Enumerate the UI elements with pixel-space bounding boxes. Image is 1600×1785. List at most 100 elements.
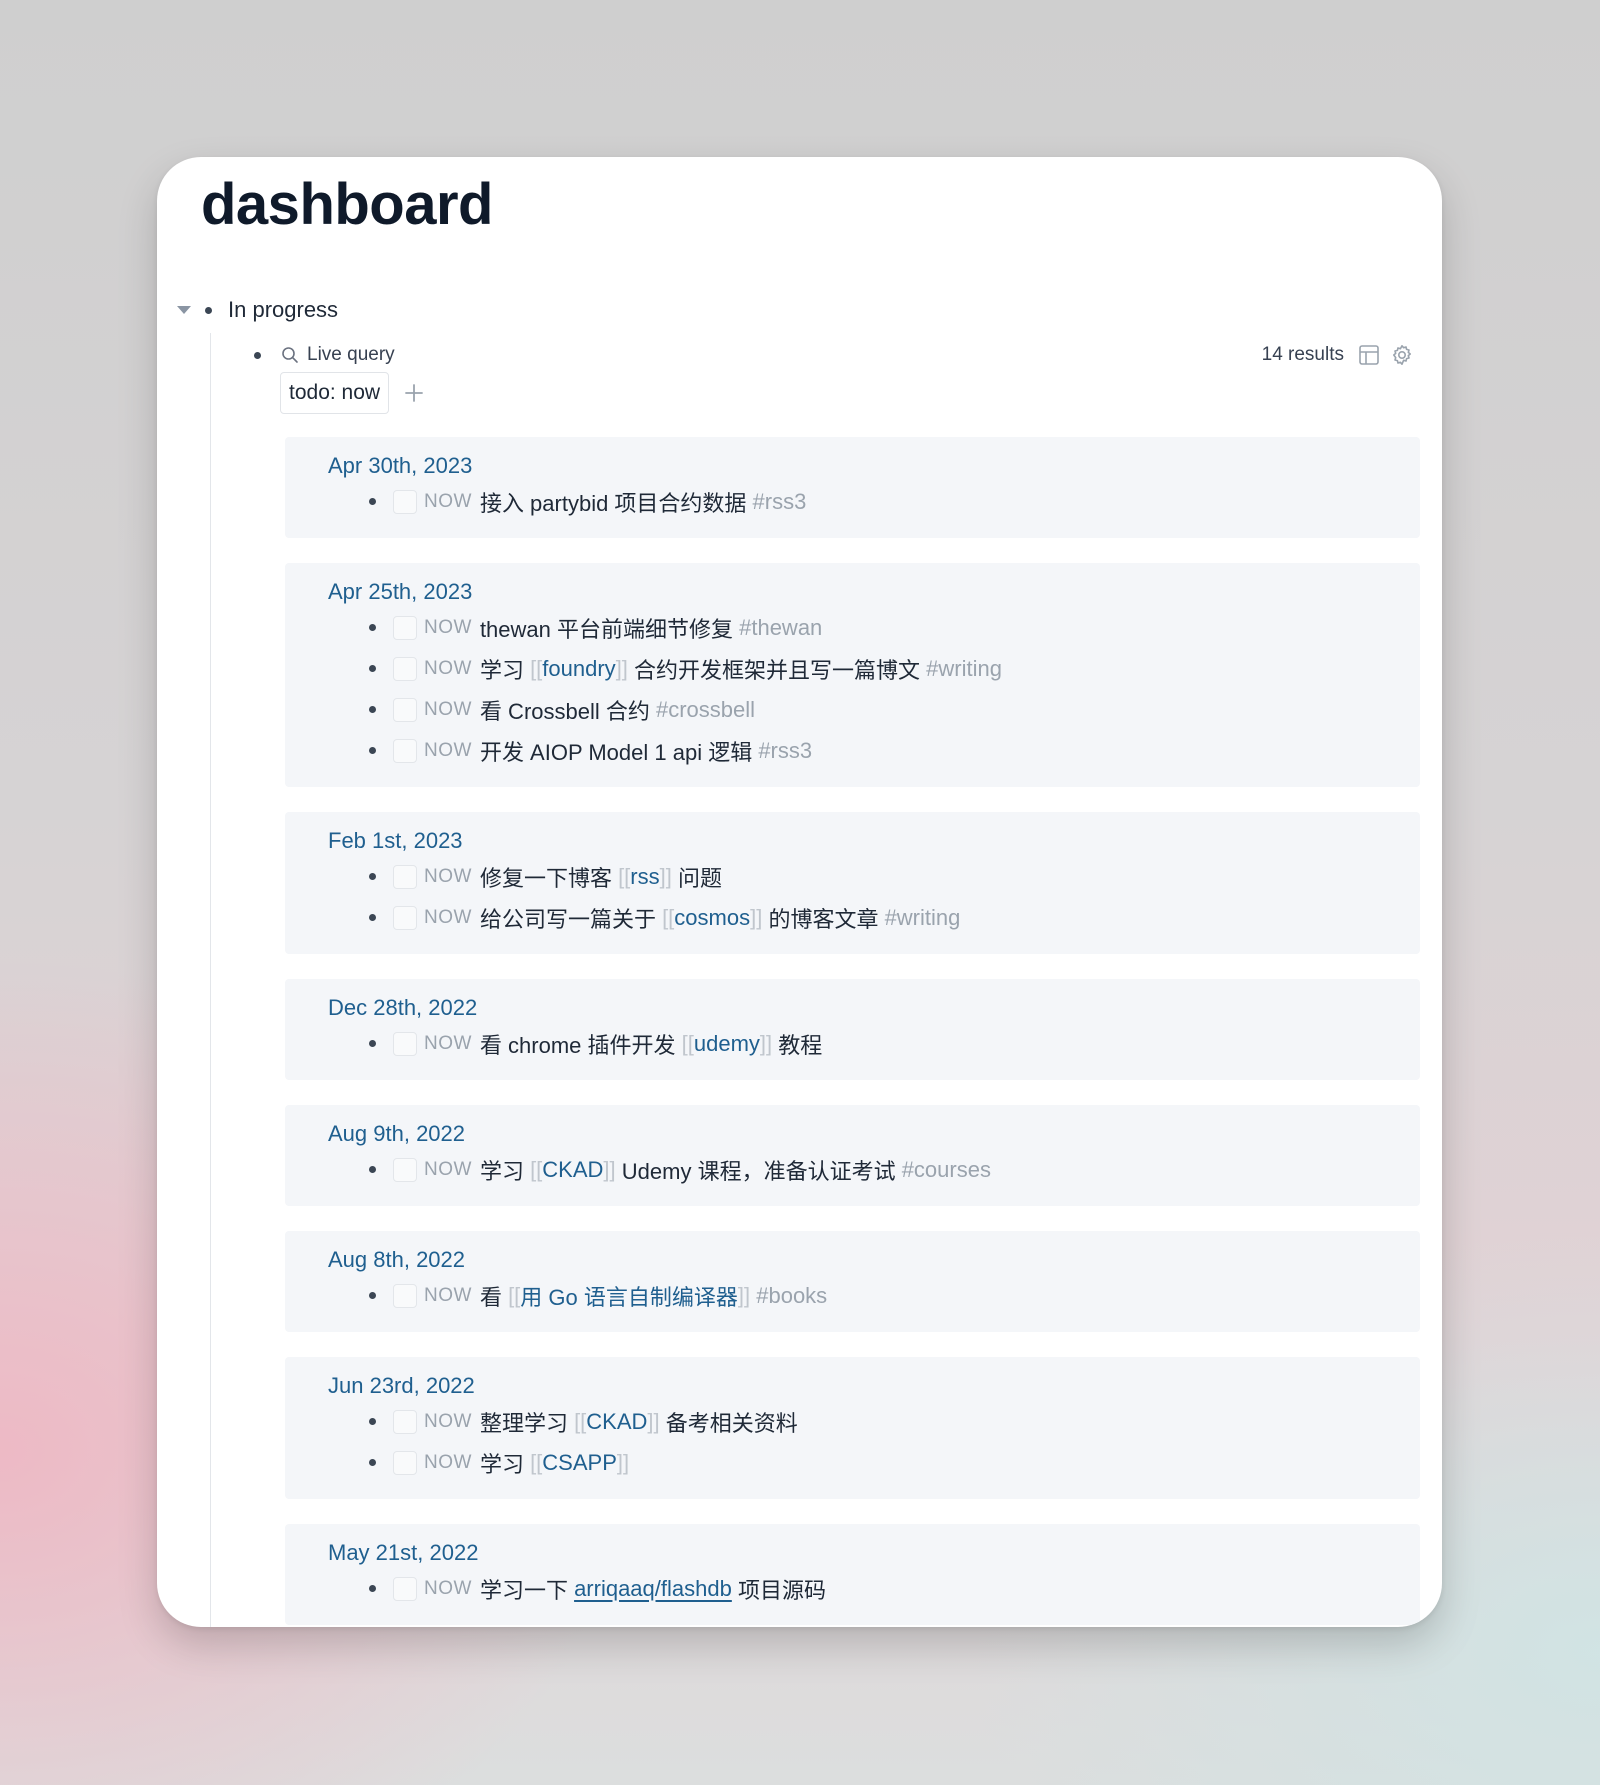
gear-icon[interactable] (1390, 343, 1414, 367)
checkbox-icon[interactable] (393, 615, 417, 640)
page-ref-close-bracket: ]] (616, 1449, 630, 1475)
task-text: 开发 AIOP Model 1 api 逻辑 (479, 739, 759, 765)
query-controls: 14 results (1262, 343, 1414, 367)
caret-down-icon[interactable] (177, 306, 191, 314)
filter-chip-todo-now[interactable]: todo: now (280, 372, 390, 414)
journal-date-link[interactable]: Apr 25th, 2023 (328, 577, 1420, 607)
task-marker[interactable]: NOW (424, 699, 472, 721)
live-query-label: Live query (307, 344, 395, 365)
task-marker[interactable]: NOW (424, 907, 472, 929)
checkbox-icon[interactable] (393, 1409, 417, 1434)
page-ref-open-bracket: [[ (618, 863, 631, 889)
bullet-icon[interactable] (254, 351, 261, 359)
bullet-icon[interactable] (369, 1585, 376, 1592)
checkbox-icon[interactable] (393, 1157, 417, 1182)
bullet-icon[interactable] (369, 665, 376, 672)
tag-link[interactable]: #courses (902, 1157, 991, 1183)
query-filter-row: todo: now (280, 372, 425, 414)
task-text: 项目源码 (731, 1577, 826, 1603)
result-group: Aug 8th, 2022 NOW 看 [[用 Go 语言自制编译器]] #book… (285, 1231, 1420, 1332)
task-marker[interactable]: NOW (424, 740, 472, 762)
task-marker[interactable]: NOW (424, 617, 472, 639)
tag-link[interactable]: #rss3 (753, 489, 807, 515)
tag-link[interactable]: #writing (885, 905, 961, 931)
task-text: 看 (479, 1284, 509, 1310)
tag-link[interactable]: #writing (926, 656, 1002, 682)
journal-date-link[interactable]: Aug 8th, 2022 (328, 1245, 1420, 1275)
task-marker[interactable]: NOW (424, 1452, 472, 1474)
checkbox-icon[interactable] (393, 697, 417, 722)
task-marker[interactable]: NOW (424, 1159, 472, 1181)
task-text: 学习一下 (479, 1577, 575, 1603)
page-title: dashboard (201, 172, 494, 237)
task-text: 修复一下博客 (479, 865, 619, 891)
bullet-icon[interactable] (369, 624, 376, 631)
task-text: Udemy 课程，准备认证考试 (615, 1158, 902, 1184)
bullet-icon[interactable] (369, 706, 376, 713)
table-view-icon[interactable] (1358, 344, 1380, 366)
tag-link[interactable]: #rss3 (758, 738, 812, 764)
live-query-header: Live query 14 results (254, 339, 1414, 371)
task-item: NOW 开发 AIOP Model 1 api 逻辑 #rss3 (328, 730, 1420, 771)
checkbox-icon[interactable] (393, 905, 417, 930)
page-ref-link[interactable]: foundry (542, 656, 615, 682)
task-marker[interactable]: NOW (424, 1285, 472, 1307)
task-text: 合约开发框架并且写一篇博文 (627, 657, 927, 683)
task-marker[interactable]: NOW (424, 1578, 472, 1600)
task-item: NOW 给公司写一篇关于 [[cosmos]] 的博客文章 #writing (328, 897, 1420, 938)
page-ref-link[interactable]: 用 Go 语言自制编译器 (520, 1280, 738, 1312)
page-ref-close-bracket: ]] (759, 1030, 773, 1056)
task-text: 给公司写一篇关于 (479, 906, 663, 932)
task-text: 问题 (671, 865, 722, 891)
bullet-icon[interactable] (369, 747, 376, 754)
journal-date-link[interactable]: Feb 1st, 2023 (328, 826, 1420, 856)
tag-link[interactable]: #books (756, 1283, 827, 1309)
bullet-icon[interactable] (205, 306, 212, 314)
checkbox-icon[interactable] (393, 489, 417, 514)
page-ref-link[interactable]: cosmos (674, 905, 750, 931)
page-ref-link[interactable]: CSAPP (542, 1450, 617, 1476)
journal-date-link[interactable]: Apr 30th, 2023 (328, 451, 1420, 481)
page-ref-link[interactable]: CKAD (586, 1409, 647, 1435)
bullet-icon[interactable] (369, 1459, 376, 1466)
page-ref-link[interactable]: CKAD (542, 1157, 603, 1183)
checkbox-icon[interactable] (393, 1031, 417, 1056)
task-item: NOW 学习 [[CSAPP]] (328, 1442, 1420, 1483)
bullet-icon[interactable] (369, 914, 376, 921)
journal-date-link[interactable]: May 21st, 2022 (328, 1538, 1420, 1568)
task-marker[interactable]: NOW (424, 1411, 472, 1433)
bullet-icon[interactable] (369, 1418, 376, 1425)
result-group: May 21st, 2022 NOW 学习一下 arriqaaq/flashdb 项… (285, 1524, 1420, 1625)
plus-icon[interactable] (403, 382, 425, 404)
page-ref-open-bracket: [[ (530, 655, 543, 681)
bullet-icon[interactable] (369, 1292, 376, 1299)
task-marker[interactable]: NOW (424, 658, 472, 680)
journal-date-link[interactable]: Aug 9th, 2022 (328, 1119, 1420, 1149)
bullet-icon[interactable] (369, 1166, 376, 1173)
task-marker[interactable]: NOW (424, 491, 472, 513)
task-item: NOW 看 [[用 Go 语言自制编译器]] #books (328, 1275, 1420, 1316)
task-marker[interactable]: NOW (424, 866, 472, 888)
bullet-icon[interactable] (369, 873, 376, 880)
page-ref-link[interactable]: udemy (694, 1031, 760, 1057)
task-item: NOW 学习一下 arriqaaq/flashdb 项目源码 (328, 1568, 1420, 1609)
page-ref-open-bracket: [[ (681, 1030, 694, 1056)
external-link[interactable]: arriqaaq/flashdb (574, 1576, 732, 1602)
journal-date-link[interactable]: Jun 23rd, 2022 (328, 1371, 1420, 1401)
checkbox-icon[interactable] (393, 656, 417, 681)
page-ref-link[interactable]: rss (630, 864, 659, 890)
tag-link[interactable]: #thewan (739, 615, 822, 641)
bullet-icon[interactable] (369, 1040, 376, 1047)
task-text: 接入 partybid 项目合约数据 (479, 490, 753, 516)
bullet-icon[interactable] (369, 498, 376, 505)
journal-date-link[interactable]: Dec 28th, 2022 (328, 993, 1420, 1023)
tag-link[interactable]: #crossbell (656, 697, 755, 723)
result-group: Aug 9th, 2022 NOW 学习 [[CKAD]] Udemy 课程，准备认… (285, 1105, 1420, 1206)
checkbox-icon[interactable] (393, 1283, 417, 1308)
task-text: 整理学习 (479, 1410, 575, 1436)
checkbox-icon[interactable] (393, 1450, 417, 1475)
checkbox-icon[interactable] (393, 864, 417, 889)
task-marker[interactable]: NOW (424, 1033, 472, 1055)
checkbox-icon[interactable] (393, 738, 417, 763)
checkbox-icon[interactable] (393, 1576, 417, 1601)
